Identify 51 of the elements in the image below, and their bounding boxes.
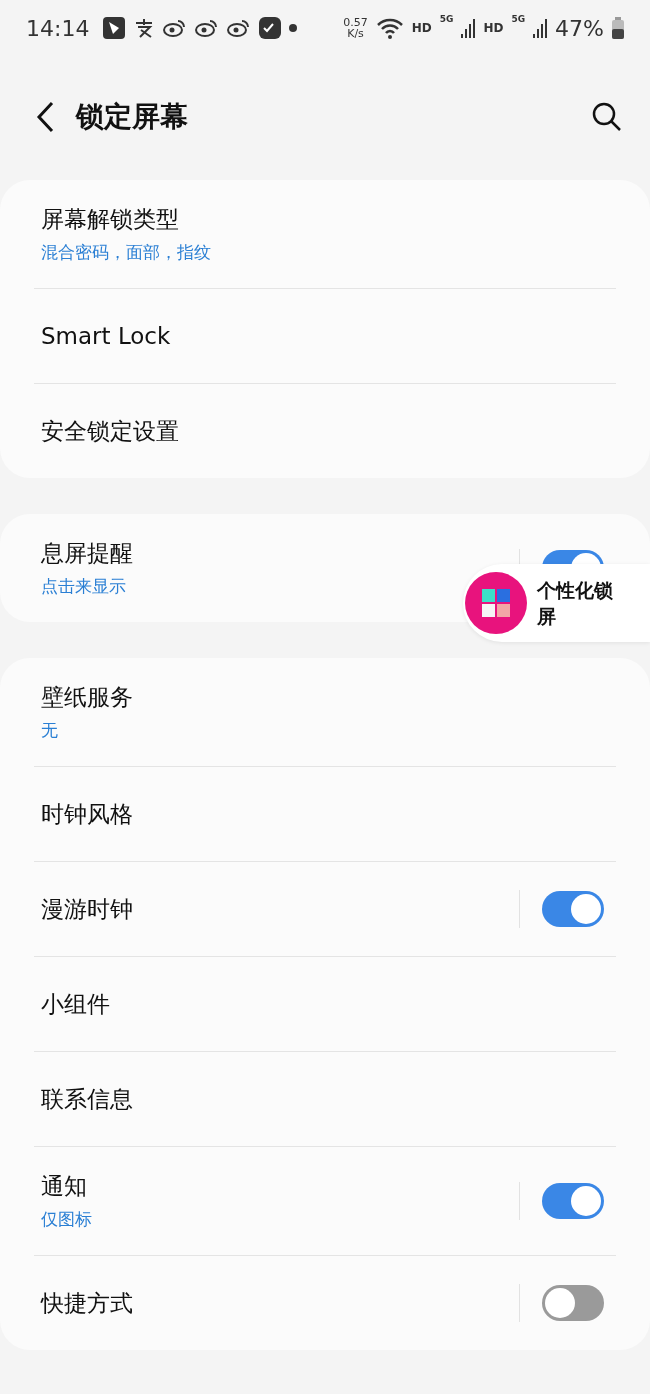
settings-row[interactable]: 小组件 [34, 956, 616, 1051]
weibo-icon [195, 18, 220, 38]
row-title: 小组件 [41, 989, 111, 1019]
settings-row[interactable]: 时钟风格 [34, 766, 616, 861]
toggle-switch[interactable] [542, 891, 604, 927]
puzzle-app-icon [465, 572, 527, 634]
network-type: 5G [439, 14, 454, 24]
hd-indicator: HD [411, 21, 432, 35]
settings-row[interactable]: 漫游时钟 [34, 861, 616, 956]
row-title: 息屏提醒 [41, 539, 134, 568]
settings-row[interactable]: 屏幕解锁类型 混合密码，面部，指纹 [34, 180, 616, 288]
settings-row[interactable]: 安全锁定设置 [34, 383, 616, 478]
row-title: 快捷方式 [41, 1288, 134, 1318]
shortcut-label: 个性化锁屏 [537, 578, 614, 629]
settings-row[interactable]: 联系信息 [34, 1051, 616, 1146]
signal-icon [533, 18, 548, 38]
status-time: 14:14 [26, 15, 90, 41]
weibo-icon [163, 18, 188, 38]
settings-row[interactable]: 快捷方式 [34, 1255, 616, 1350]
row-title: 时钟风格 [41, 799, 134, 829]
row-subtitle: 仅图标 [41, 1208, 93, 1231]
row-title: 屏幕解锁类型 [41, 205, 180, 234]
app-notification-icon [259, 17, 282, 39]
settings-row[interactable]: 壁纸服务 无 [34, 658, 616, 766]
row-title: Smart Lock [41, 323, 172, 349]
dot-icon [289, 24, 298, 32]
row-title: 通知 [41, 1172, 88, 1201]
row-title: 安全锁定设置 [41, 416, 180, 446]
toggle-switch[interactable] [542, 1183, 604, 1219]
settings-row[interactable]: 通知 仅图标 [34, 1146, 616, 1255]
search-icon[interactable] [592, 102, 622, 132]
wifi-icon [375, 17, 404, 39]
row-subtitle: 点击来显示 [41, 575, 127, 598]
row-subtitle: 混合密码，面部，指纹 [41, 241, 212, 264]
hd-indicator: HD [483, 21, 504, 35]
page-title: 锁定屏幕 [76, 99, 189, 135]
weibo-icon [227, 18, 252, 38]
row-title: 联系信息 [41, 1084, 134, 1114]
floating-shortcut-tooltip[interactable]: 个性化锁屏 [463, 564, 650, 642]
battery-icon [612, 17, 624, 39]
row-title: 漫游时钟 [41, 894, 134, 924]
row-title: 壁纸服务 [41, 683, 134, 712]
toggle-switch[interactable] [542, 1285, 604, 1321]
network-speed: 0.57 K/s [343, 17, 368, 39]
battery-percentage: 47% [555, 15, 604, 41]
signal-icon [461, 18, 476, 38]
network-type: 5G [511, 14, 526, 24]
settings-row[interactable]: Smart Lock [34, 288, 616, 383]
app-notification-icon [103, 17, 126, 39]
back-icon[interactable] [36, 101, 54, 133]
row-subtitle: 无 [41, 719, 59, 742]
